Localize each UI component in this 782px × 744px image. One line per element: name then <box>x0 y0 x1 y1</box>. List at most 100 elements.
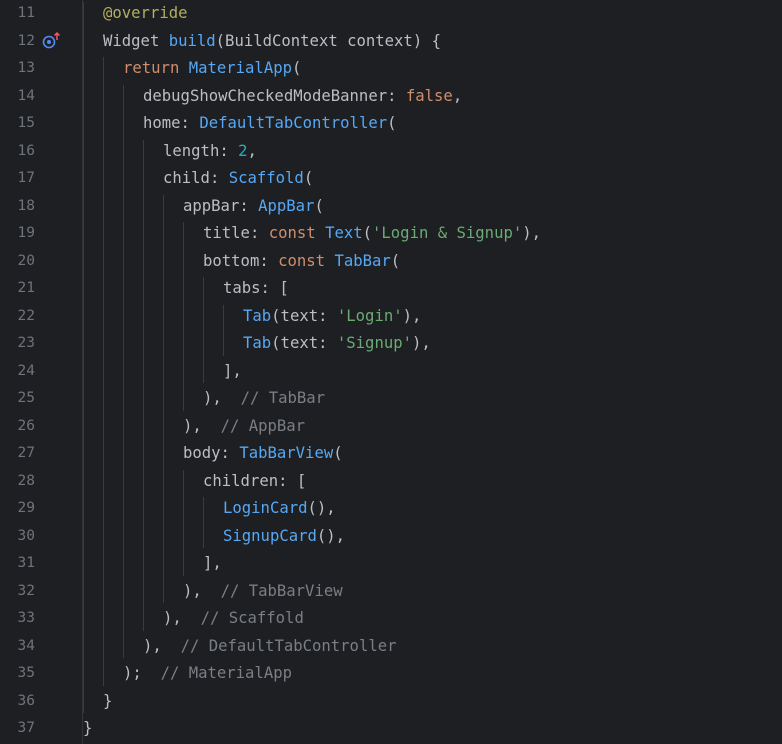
code-content: ), // Scaffold <box>163 605 304 633</box>
code-token: ( <box>292 59 302 78</box>
line-number: 37 <box>17 720 35 737</box>
code-line[interactable]: 30 SignupCard(), <box>0 523 782 551</box>
code-line[interactable]: 21 tabs: [ <box>0 275 782 303</box>
code-token: Text <box>325 224 363 243</box>
line-number: 17 <box>17 170 35 187</box>
code-token: TabBar <box>334 251 391 270</box>
code-line[interactable]: 29 LoginCard(), <box>0 495 782 523</box>
line-number: 26 <box>17 417 35 434</box>
code-token: ], <box>203 554 222 573</box>
code-content: tabs: [ <box>223 275 289 303</box>
code-line[interactable]: 27 body: TabBarView( <box>0 440 782 468</box>
code-line[interactable]: 17 child: Scaffold( <box>0 165 782 193</box>
line-number: 21 <box>17 280 35 297</box>
code-content: bottom: const TabBar( <box>203 248 400 276</box>
indent-guide <box>83 2 84 714</box>
code-line[interactable]: 37} <box>0 715 782 743</box>
indent-guide <box>163 194 164 604</box>
code-token: (BuildContext context) { <box>215 31 441 50</box>
line-number: 36 <box>17 692 35 709</box>
line-number: 27 <box>17 445 35 462</box>
code-token: (), <box>316 526 346 545</box>
code-line[interactable]: 18 appBar: AppBar( <box>0 193 782 221</box>
code-token: // TabBar <box>240 389 326 408</box>
code-content: } <box>103 688 112 716</box>
indent-guide <box>183 222 184 411</box>
code-token: home: <box>143 114 200 133</box>
code-token: 'Signup' <box>336 334 412 353</box>
code-line[interactable]: 19 title: const Text('Login & Signup'), <box>0 220 782 248</box>
code-token: ), <box>183 581 221 600</box>
code-token: ( <box>314 196 324 215</box>
code-content: ); // MaterialApp <box>123 660 292 688</box>
code-line[interactable]: 28 children: [ <box>0 468 782 496</box>
code-token: ), <box>412 334 431 353</box>
line-number: 34 <box>17 637 35 654</box>
code-token: } <box>103 691 113 710</box>
code-line[interactable]: 15 home: DefaultTabController( <box>0 110 782 138</box>
code-line[interactable]: 14 debugShowCheckedModeBanner: false, <box>0 83 782 111</box>
code-token: ), <box>522 224 542 243</box>
code-line[interactable]: 26), // AppBar <box>0 413 782 441</box>
indent-guide <box>223 304 224 356</box>
code-line[interactable]: 16 length: 2, <box>0 138 782 166</box>
indent-guide <box>143 139 144 631</box>
line-number: 28 <box>17 472 35 489</box>
code-token: ( <box>362 224 373 243</box>
line-number: 15 <box>17 115 35 132</box>
code-token: DefaultTabController <box>199 114 388 133</box>
line-number: 32 <box>17 582 35 599</box>
code-line[interactable]: 12 Widget build(BuildContext context) { <box>0 28 782 56</box>
code-token: Tab <box>243 334 272 353</box>
code-content: Tab(text: 'Signup'), <box>243 330 431 358</box>
indent-guide <box>203 277 204 384</box>
code-line[interactable]: 34 ), // DefaultTabController <box>0 633 782 661</box>
code-line[interactable]: 24], <box>0 358 782 386</box>
line-number: 20 <box>17 252 35 269</box>
code-token: length: <box>163 141 239 160</box>
code-token: ); <box>123 664 161 683</box>
code-token: LoginCard <box>223 499 308 518</box>
code-content: body: TabBarView( <box>183 440 343 468</box>
code-token: title: <box>203 224 269 243</box>
code-editor[interactable]: 11 @override 12 Widget build(BuildContext c… <box>0 0 782 744</box>
code-line[interactable]: 23 Tab(text: 'Signup'), <box>0 330 782 358</box>
override-method-icon[interactable] <box>41 28 65 56</box>
code-line[interactable]: 35); // MaterialApp <box>0 660 782 688</box>
code-line[interactable]: 33), // Scaffold <box>0 605 782 633</box>
indent-guide <box>123 84 124 659</box>
code-token: AppBar <box>258 196 315 215</box>
code-content: @override <box>103 0 188 28</box>
code-token: @override <box>103 4 188 23</box>
code-token: Widget <box>103 31 169 50</box>
code-content: ), // TabBarView <box>183 578 343 606</box>
code-line[interactable]: 13 return MaterialApp( <box>0 55 782 83</box>
code-content: ), // DefaultTabController <box>143 633 397 661</box>
code-line[interactable]: 22 Tab(text: 'Login'), <box>0 303 782 331</box>
code-token: TabBarView <box>239 444 334 463</box>
code-line[interactable]: 32 ), // TabBarView <box>0 578 782 606</box>
line-number: 29 <box>17 500 35 517</box>
code-content: child: Scaffold( <box>163 165 313 193</box>
code-line[interactable]: 31], <box>0 550 782 578</box>
code-token: // DefaultTabController <box>180 636 397 655</box>
code-token: } <box>83 719 93 738</box>
line-number: 31 <box>17 555 35 572</box>
code-line[interactable]: 25), // TabBar <box>0 385 782 413</box>
code-content: } <box>83 715 92 743</box>
code-content: return MaterialApp( <box>123 55 301 83</box>
code-line[interactable]: 11 @override <box>0 0 782 28</box>
code-token: , <box>247 141 257 160</box>
line-number: 12 <box>17 32 35 49</box>
code-content: ], <box>223 358 242 386</box>
code-line[interactable]: 20 bottom: const TabBar( <box>0 248 782 276</box>
code-token: SignupCard <box>223 526 317 545</box>
code-token: const <box>278 251 335 270</box>
line-number: 22 <box>17 307 35 324</box>
code-token: // MaterialApp <box>160 664 292 683</box>
code-line[interactable]: 36} <box>0 688 782 716</box>
indent-guide <box>183 469 184 576</box>
line-number: 13 <box>17 60 35 77</box>
line-number: 16 <box>17 142 35 159</box>
indent-guide <box>103 57 104 686</box>
